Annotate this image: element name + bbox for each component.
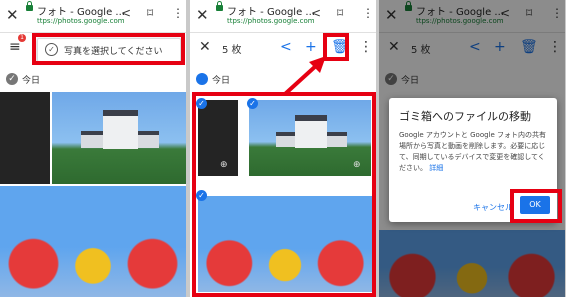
date-label: 今日 xyxy=(212,76,231,86)
close-icon[interactable]: ✕ xyxy=(6,6,19,24)
date-header: ✓ 今日 xyxy=(0,71,186,89)
date-label: 今日 xyxy=(22,76,41,86)
dialog-body-text: Google アカウントと Google フォト内の共有場所から写真と動画を削除… xyxy=(399,131,547,172)
highlight-ok xyxy=(510,189,562,223)
share-icon[interactable]: < xyxy=(311,6,321,20)
cancel-button[interactable]: キャンセル xyxy=(473,202,513,213)
highlight-trash xyxy=(323,33,349,61)
panel-step-1: ✕ フォト - Google ... ttps://photos.google.… xyxy=(0,0,186,297)
close-selection-icon[interactable]: ✕ xyxy=(199,39,211,55)
selection-count: 5 枚 xyxy=(222,45,242,56)
notification-badge: 1 xyxy=(18,34,26,42)
share-icon[interactable]: < xyxy=(280,39,292,55)
photo-flowers[interactable] xyxy=(0,186,186,297)
lock-icon xyxy=(26,1,33,11)
bookmark-icon[interactable]: ⌑ xyxy=(147,6,153,20)
browser-url[interactable]: ttps://photos.google.com xyxy=(37,17,125,25)
highlight-select-prompt xyxy=(32,33,185,65)
panel-step-2: ✕ フォト - Google ... ttps://photos.google.… xyxy=(190,0,376,297)
highlight-selected-photos xyxy=(192,92,376,297)
lock-icon xyxy=(216,1,223,11)
share-icon[interactable]: < xyxy=(121,6,131,20)
photo-dark[interactable] xyxy=(0,92,50,184)
more-icon[interactable]: ⋮ xyxy=(172,6,184,20)
browser-title: フォト - Google ... xyxy=(37,7,125,18)
learn-more-link[interactable]: 詳細 xyxy=(429,164,443,172)
panel-step-3: ✕ フォト - Google ... ttps://photos.google.… xyxy=(379,0,565,297)
dialog-body: Google アカウントと Google フォト内の共有場所から写真と動画を削除… xyxy=(399,130,549,174)
date-header: ✓ 今日 xyxy=(190,71,376,89)
photo-castle[interactable] xyxy=(52,92,186,184)
check-icon[interactable]: ✓ xyxy=(6,73,18,85)
browser-toolbar: ✕ フォト - Google ... ttps://photos.google.… xyxy=(0,0,186,33)
more-icon[interactable]: ⋮ xyxy=(359,39,373,55)
add-icon[interactable]: + xyxy=(305,39,317,55)
close-icon[interactable]: ✕ xyxy=(196,6,209,24)
dialog-title: ゴミ箱へのファイルの移動 xyxy=(399,110,531,123)
browser-toolbar: ✕ フォト - Google ... ttps://photos.google.… xyxy=(190,0,376,33)
more-icon[interactable]: ⋮ xyxy=(362,6,374,20)
check-icon[interactable]: ✓ xyxy=(196,73,208,85)
browser-title: フォト - Google ... xyxy=(227,7,315,18)
bookmark-icon[interactable]: ⌑ xyxy=(337,6,343,20)
castle-tower xyxy=(102,110,138,149)
browser-url[interactable]: ttps://photos.google.com xyxy=(227,17,315,25)
